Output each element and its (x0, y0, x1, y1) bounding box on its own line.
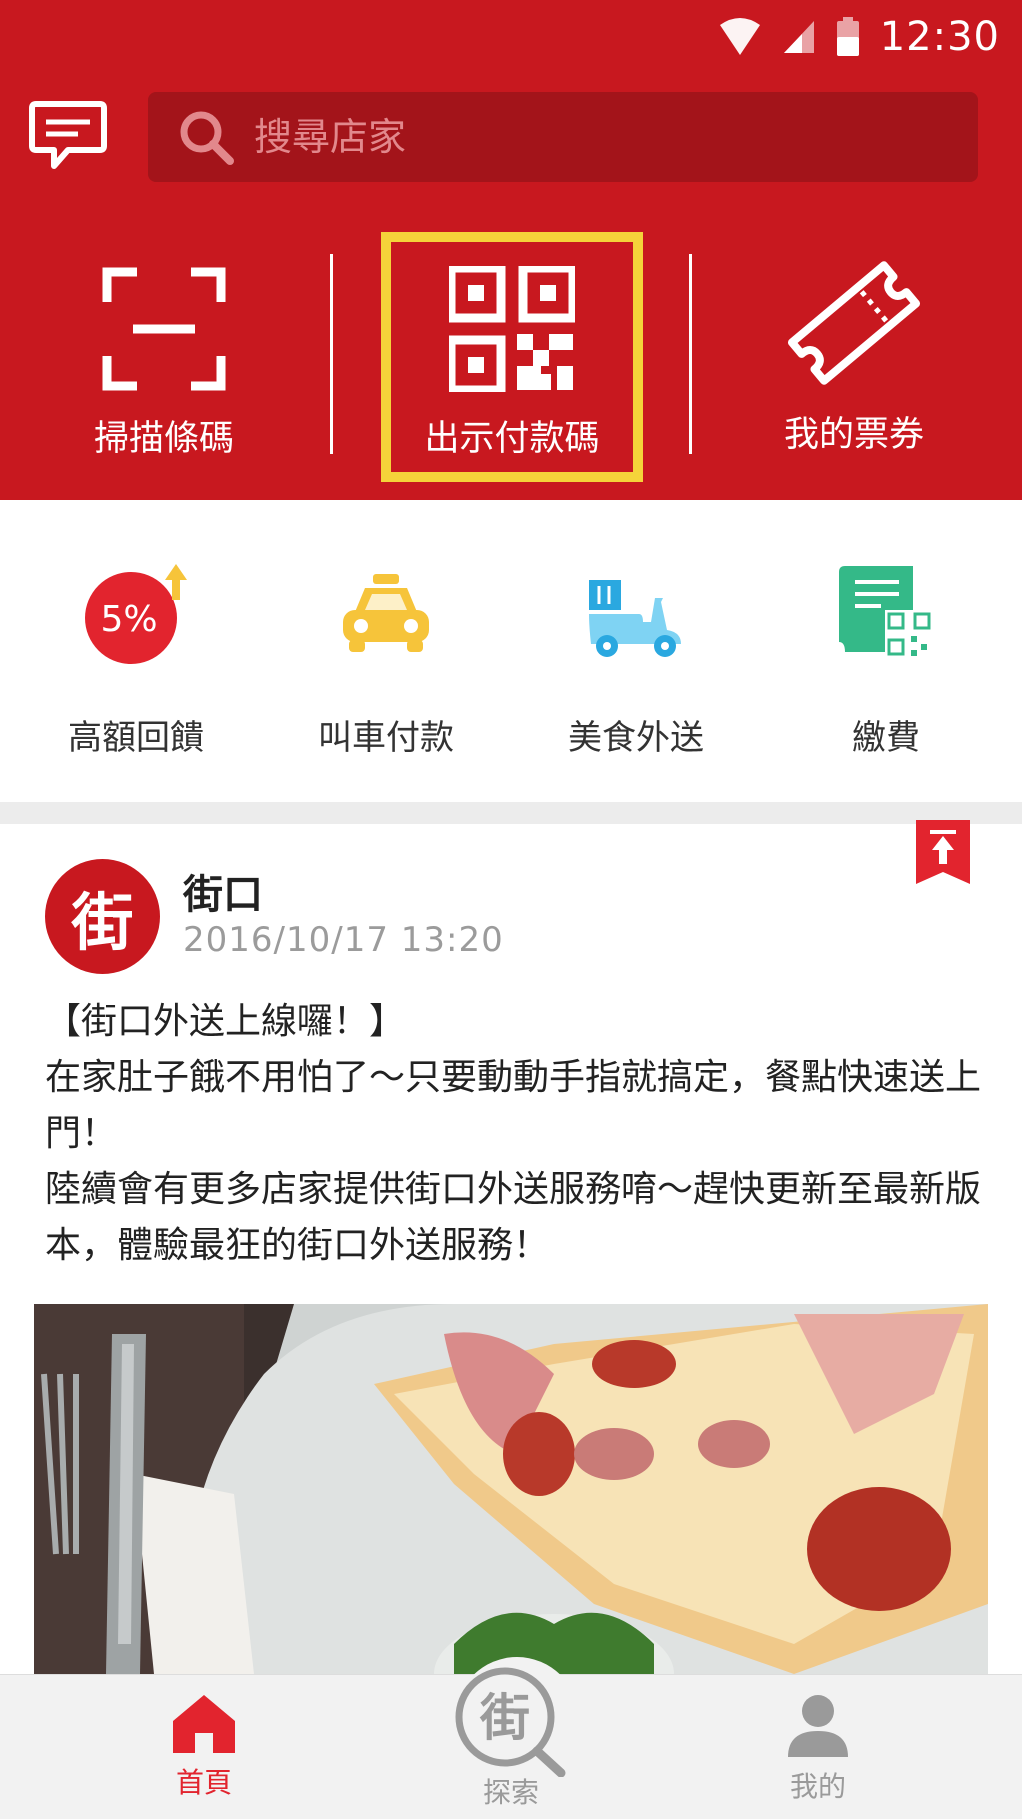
post-paragraph: 陸續會有更多店家提供街口外送服務唷～趕快更新至最新版本，體驗最狂的街口外送服務！ (45, 1169, 982, 1266)
cashback-icon: 5% (85, 564, 187, 664)
clock: 12:30 (879, 14, 1000, 60)
service-bill-payment-label: 繳費 (852, 718, 920, 758)
delivery-scooter-icon (589, 580, 681, 657)
qr-code-icon (449, 266, 575, 392)
status-icons: 12:30 (718, 12, 1000, 62)
post-image[interactable] (34, 1304, 988, 1674)
divider (330, 254, 333, 454)
feed-post: 街 街口 2016/10/17 13:20 【街口外送上線囉！】 在家肚子餓不用… (0, 820, 1022, 1674)
bottom-navigation: 首頁 街 探索 我的 (0, 1657, 1022, 1819)
quick-actions: 掃描條碼 出示付款碼 我的票券 (0, 232, 1022, 482)
nav-profile[interactable]: 我的 (718, 1693, 918, 1805)
show-payment-code-label: 出示付款碼 (424, 419, 600, 459)
nav-home-label: 首頁 (175, 1766, 232, 1799)
explore-icon: 街 (455, 1667, 566, 1777)
search-bar[interactable] (148, 92, 978, 182)
show-payment-code-button[interactable]: 出示付款碼 (381, 232, 643, 482)
pizza-photo (34, 1304, 988, 1674)
scan-barcode-button[interactable]: 掃描條碼 (64, 232, 264, 482)
scan-icon (102, 267, 226, 391)
service-taxi-label: 叫車付款 (318, 718, 454, 758)
home-icon (173, 1695, 235, 1753)
explore-icon-glyph: 街 (479, 1688, 530, 1747)
post-timestamp: 2016/10/17 13:20 (183, 920, 504, 960)
services-grid: 5% 高額回饋 叫車付款 美食外送 繳費 (0, 500, 1022, 802)
post-body: 【街口外送上線囉！】 在家肚子餓不用怕了～只要動動手指就搞定，餐點快速送上門！ … (45, 994, 985, 1274)
profile-icon (788, 1695, 848, 1757)
signal-icon (783, 21, 814, 53)
avatar[interactable]: 街 (45, 859, 160, 974)
post-author: 街口 (183, 872, 263, 918)
wifi-icon (719, 18, 760, 55)
section-separator (0, 802, 1022, 824)
service-food-delivery-label: 美食外送 (568, 718, 704, 758)
app-header: 12:30 掃描條碼 (0, 0, 1022, 500)
my-tickets-button[interactable]: 我的票券 (754, 232, 954, 482)
service-cashback[interactable]: 5% 高額回饋 (16, 560, 256, 759)
search-icon (180, 111, 234, 165)
cashback-badge: 5% (100, 599, 157, 640)
post-paragraph: 在家肚子餓不用怕了～只要動動手指就搞定，餐點快速送上門！ (45, 1057, 982, 1154)
nav-home[interactable]: 首頁 (104, 1693, 304, 1801)
service-taxi[interactable]: 叫車付款 (266, 560, 506, 759)
nav-profile-label: 我的 (789, 1770, 846, 1803)
scan-barcode-label: 掃描條碼 (93, 419, 234, 459)
post-headline: 【街口外送上線囉！】 (45, 1001, 406, 1042)
ticket-icon (787, 261, 921, 385)
service-bill-payment[interactable]: 繳費 (766, 560, 1006, 759)
my-tickets-label: 我的票券 (783, 415, 924, 455)
messages-button[interactable] (28, 100, 108, 172)
bill-icon (839, 566, 933, 658)
service-cashback-label: 高額回饋 (68, 718, 204, 758)
pin-top-icon[interactable] (916, 820, 970, 884)
chat-icon (29, 101, 107, 169)
nav-explore-label: 探索 (482, 1776, 539, 1809)
taxi-icon (343, 574, 429, 652)
search-input[interactable] (254, 115, 954, 159)
nav-explore[interactable]: 街 探索 (411, 1665, 611, 1811)
battery-icon (836, 17, 859, 56)
service-food-delivery[interactable]: 美食外送 (516, 560, 756, 759)
divider (689, 254, 692, 454)
status-bar: 12:30 (0, 0, 1022, 74)
